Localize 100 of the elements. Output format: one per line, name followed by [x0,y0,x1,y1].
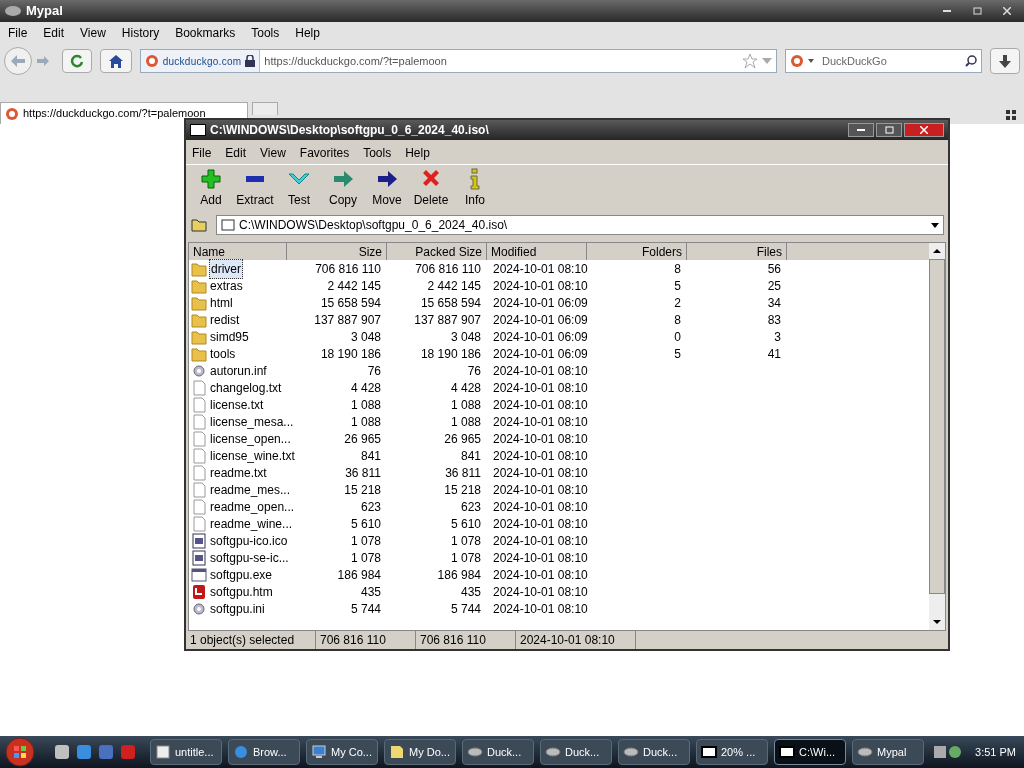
file-name[interactable]: redist [209,310,241,329]
table-cell-text: 36 811 [444,464,482,482]
table-cell-text: 18 190 186 [419,345,482,363]
toolbar-button[interactable]: Copy [322,168,364,209]
column-header[interactable]: Files [687,243,787,260]
menu-item[interactable]: File [192,144,212,162]
menu-item[interactable]: Edit [43,24,65,42]
toolbar-button[interactable]: Info [454,168,496,209]
taskbar-button[interactable]: 20% ... [696,739,768,765]
menu-item[interactable]: Bookmarks [175,24,236,42]
file-name[interactable]: license_mesa... [209,412,295,431]
table-cell-text: 5 [673,277,682,295]
search-field[interactable]: DuckDuckGo [784,49,983,73]
quick-launch-icon[interactable] [76,744,92,760]
home-icon [108,54,123,68]
taskbar-button[interactable]: Mypal [852,739,924,765]
document-icon [191,498,207,515]
file-name[interactable]: simd95 [209,327,250,346]
file-name[interactable]: softgpu-ico.ico [209,531,289,550]
table-cell-text: 1 078 [349,532,382,550]
column-header[interactable]: Size [287,243,387,260]
file-name[interactable]: readme_open... [209,497,296,516]
table-cell-text: 2024-10-01 08:10 [492,277,587,295]
address-bar[interactable]: duckduckgo.com https://duckduckgo.com/?t=palemoon [139,49,777,73]
path-field[interactable]: C:\WINDOWS\Desktop\softgpu_0_6_2024_40.iso\ [216,215,944,235]
file-name[interactable]: tools [209,344,237,363]
file-name[interactable]: extras [209,276,244,295]
menu-item[interactable]: File [8,24,28,42]
table-cell-text: 8 [673,311,682,329]
taskbar-button[interactable]: My Do... [384,739,456,765]
duck-logo-icon [5,106,19,121]
taskbar-button[interactable]: untitle... [150,739,222,765]
table-cell-text: 5 [673,345,682,363]
file-name[interactable]: license_open... [209,429,292,448]
table-cell-text: 76 [366,362,382,380]
start-orb-icon [5,737,35,767]
folder-icon [389,744,405,760]
reload-button[interactable] [62,49,92,73]
table-cell-text: 41 [766,345,782,363]
toolbar-button[interactable]: Extract [234,168,276,209]
web-page-icon [191,583,207,600]
dropdown-arrow-icon [931,222,939,228]
arrow-left-icon [11,55,25,67]
menu-item[interactable]: Help [295,24,320,42]
home-button[interactable] [99,49,132,73]
file-name[interactable]: softgpu.ini [209,599,266,618]
tray-icon [933,744,964,760]
site-identity-button[interactable]: duckduckgo.com [140,50,261,72]
column-header[interactable]: Folders [587,243,687,260]
toolbar-button[interactable]: Add [190,168,232,209]
close-button[interactable] [904,123,944,137]
menu-item[interactable]: View [80,24,106,42]
toolbar-button[interactable]: Test [278,168,320,209]
table-cell-text: 2 442 145 [326,277,382,295]
file-name[interactable]: softgpu-se-ic... [209,548,290,567]
minimize-button[interactable] [848,123,874,137]
quick-launch-icon[interactable] [54,744,70,760]
column-header[interactable]: Packed Size [387,243,487,260]
file-name[interactable]: changelog.txt [209,378,283,397]
file-name[interactable]: readme.txt [209,463,268,482]
scrollbar[interactable] [929,243,945,630]
file-name[interactable]: softgpu.htm [209,582,274,601]
file-name[interactable]: driver [209,258,243,279]
toolbar-button[interactable]: Move [366,168,408,209]
document-icon [191,430,207,447]
file-name[interactable]: readme_wine... [209,514,294,533]
menu-item[interactable]: Tools [251,24,280,42]
table-cell-text: 5 744 [449,600,482,618]
toolbar-button[interactable]: Delete [410,168,452,209]
file-name[interactable]: softgpu.exe [209,565,274,584]
column-header[interactable]: Modified [487,243,587,260]
menu-item[interactable]: View [260,144,286,162]
file-name[interactable]: autorun.inf [209,361,268,380]
menu-item[interactable]: Tools [363,144,392,162]
computer-icon [311,744,327,760]
taskbar-button[interactable]: C:\Wi... [774,739,846,765]
file-name[interactable]: readme_mes... [209,480,292,499]
menu-item[interactable]: Edit [225,144,247,162]
taskbar-button[interactable]: Duck... [618,739,690,765]
menu-item[interactable]: History [121,24,160,42]
duck-logo-icon [789,54,804,68]
menu-item[interactable]: Favorites [299,144,350,162]
maximize-button[interactable] [876,123,902,137]
file-name[interactable]: license_wine.txt [209,446,296,465]
browser-tab[interactable]: https://duckduckgo.com/?t=palemoon [0,102,248,124]
taskbar-button[interactable]: My Co... [306,739,378,765]
table-cell-text: 83 [766,311,782,329]
file-name[interactable]: license.txt [209,395,265,414]
download-button[interactable] [990,48,1020,74]
table-cell-text: 2024-10-01 08:10 [492,515,587,533]
file-name[interactable]: html [209,293,234,312]
up-folder-button[interactable] [190,217,208,233]
taskbar-button[interactable]: Duck... [462,739,534,765]
site-identity: duckduckgo.com [162,54,242,69]
menu-item[interactable]: Help [405,144,430,162]
folder-icon [191,294,207,311]
taskbar-button[interactable]: Brow... [228,739,300,765]
mask-icon [545,744,561,760]
taskbar-button[interactable]: Duck... [540,739,612,765]
table-cell-text: 0 [673,328,682,346]
